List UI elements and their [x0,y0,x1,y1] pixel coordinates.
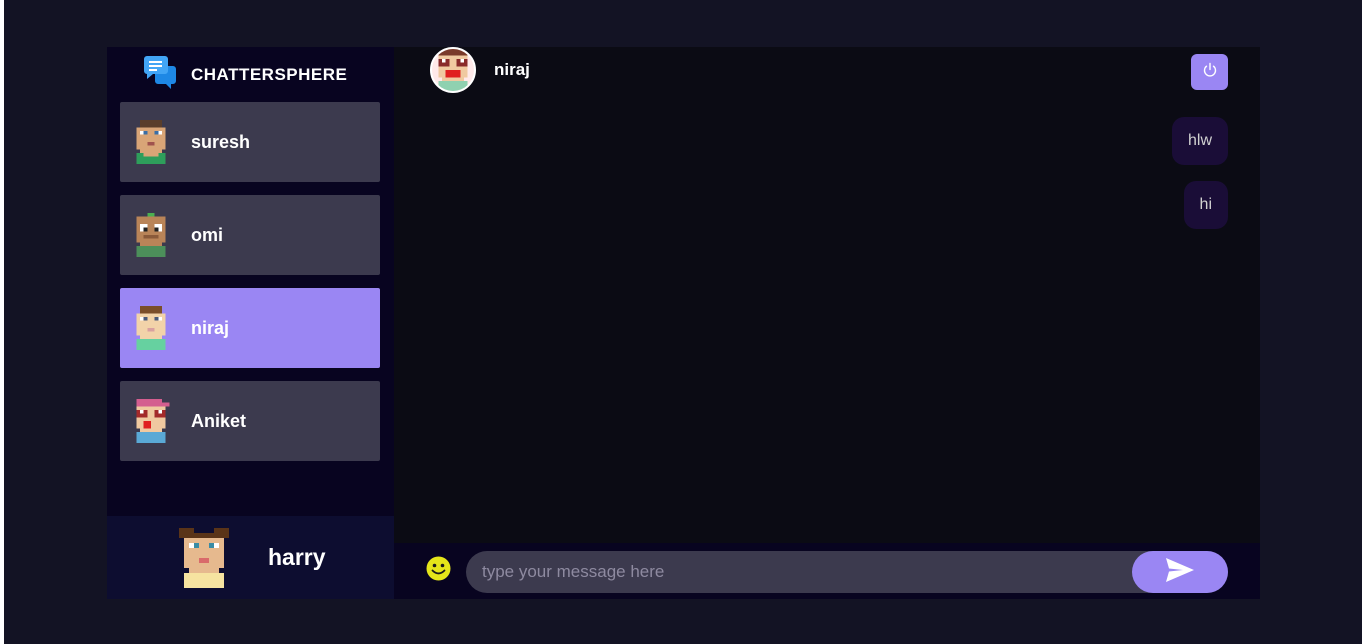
chat-bubbles-icon [143,56,177,94]
contact-name: omi [191,224,224,245]
sent-message: hlw [1171,117,1228,165]
power-icon [1202,62,1218,82]
pixel-avatar-aniket-icon [132,399,170,443]
logout-button[interactable] [1191,54,1228,90]
contact-name: Aniket [191,410,247,431]
chat-panel: niraj hlw hi [394,47,1260,599]
pixel-avatar-harry-icon [179,527,229,588]
message-row: hi [728,181,1228,229]
app-frame: CHATTERSPHERE suresh omi niraj Aniket ha… [4,0,1362,644]
contact-aniket[interactable]: Aniket [120,381,380,461]
pixel-avatar-suresh-icon [132,120,170,164]
contact-list: suresh omi niraj Aniket [120,102,380,474]
brand-title: CHATTERSPHERE [191,65,348,84]
smiley-icon[interactable] [426,556,451,581]
contact-omi[interactable]: omi [120,195,380,275]
current-user-name: harry [268,544,326,570]
message-row: hlw [728,117,1228,165]
pixel-avatar-omi-icon [132,213,170,257]
chat-app: CHATTERSPHERE suresh omi niraj Aniket ha… [107,47,1260,599]
contact-suresh[interactable]: suresh [120,102,380,182]
contact-name: suresh [191,131,251,152]
message-input[interactable] [482,551,1122,593]
pixel-avatar-niraj-header-icon [430,47,476,93]
chat-header-name: niraj [494,60,530,79]
message-input-bar [394,543,1260,599]
message-input-wrap [466,551,1228,593]
contact-niraj[interactable]: niraj [120,288,380,368]
send-button[interactable] [1132,551,1228,593]
send-arrow-icon [1165,557,1195,587]
sent-message: hi [1183,181,1228,229]
brand: CHATTERSPHERE [143,55,347,95]
pixel-avatar-niraj-icon [132,306,170,350]
sidebar: CHATTERSPHERE suresh omi niraj Aniket ha… [107,47,394,599]
contact-name: niraj [191,317,230,338]
chat-header: niraj [394,47,1260,99]
current-user: harry [107,516,394,599]
message-list: hlw hi [728,117,1228,245]
